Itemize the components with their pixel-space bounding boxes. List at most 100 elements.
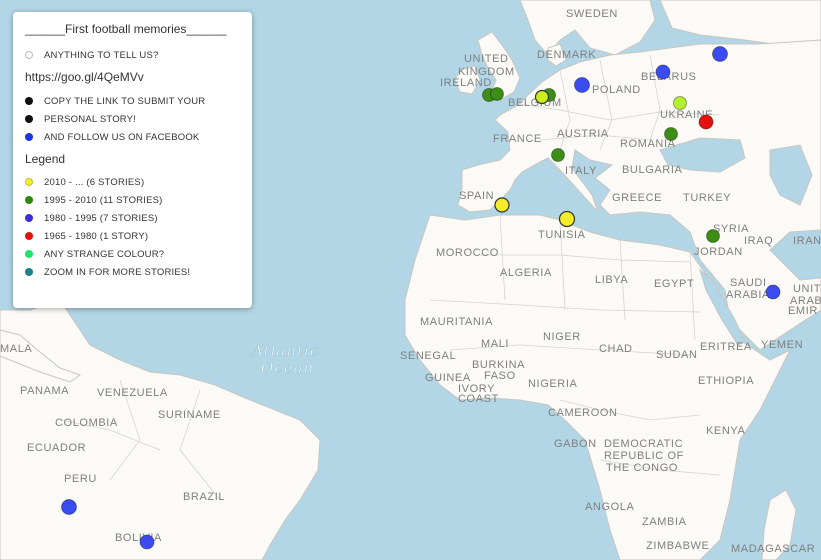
map-label: CHAD bbox=[599, 343, 633, 355]
map-label: DENMARK bbox=[537, 49, 596, 61]
empty-circle-icon bbox=[25, 51, 33, 59]
black-dot-icon bbox=[25, 97, 33, 105]
map-label: SPAIN bbox=[459, 190, 494, 202]
blue-dot-icon bbox=[25, 214, 33, 222]
instruction-row[interactable]: AND FOLLOW US ON FACEBOOK bbox=[25, 128, 240, 146]
map-label: CAMEROON bbox=[548, 407, 618, 419]
legend-title: ______First football memories______ bbox=[25, 22, 227, 36]
map-label: NIGER bbox=[543, 331, 581, 343]
map-label: FRANCE bbox=[493, 133, 542, 145]
map-label: TURKEY bbox=[683, 192, 731, 204]
map-label: IRAN bbox=[793, 235, 821, 247]
story-marker[interactable] bbox=[765, 284, 781, 300]
map-label: ALGERIA bbox=[500, 267, 552, 279]
story-marker[interactable] bbox=[706, 229, 720, 243]
story-marker[interactable] bbox=[574, 77, 590, 93]
map-label: YEMEN bbox=[761, 339, 803, 351]
legend-item-label: 1995 - 2010 (11 STORIES) bbox=[44, 194, 163, 206]
story-marker[interactable] bbox=[664, 127, 678, 141]
map-label: FASO bbox=[484, 370, 516, 382]
map-label: SWEDEN bbox=[566, 8, 618, 20]
map-label: ZIMBABWE bbox=[646, 540, 709, 552]
map-label: MOROCCO bbox=[436, 247, 499, 259]
map-label: BULGARIA bbox=[622, 164, 682, 176]
map-label: PERU bbox=[64, 473, 97, 485]
map-label: TUNISIA bbox=[538, 229, 586, 241]
story-marker[interactable] bbox=[558, 210, 576, 228]
teal-dot-icon bbox=[25, 268, 33, 276]
legend-item-label: 1965 - 1980 (1 STORY) bbox=[44, 230, 149, 242]
legend-item: 1995 - 2010 (11 STORIES) bbox=[25, 191, 240, 209]
map-label: GABON bbox=[554, 438, 597, 450]
story-marker[interactable] bbox=[534, 89, 550, 105]
legend-item: 2010 - ... (6 STORIES) bbox=[25, 173, 240, 191]
legend-heading: Legend bbox=[25, 152, 66, 166]
blue-dot-icon bbox=[25, 133, 33, 141]
map-label: COLOMBIA bbox=[55, 417, 118, 429]
map-label: AUSTRIA bbox=[557, 128, 609, 140]
story-marker[interactable] bbox=[673, 96, 687, 110]
story-marker[interactable] bbox=[490, 87, 504, 101]
map-label: DEMOCRATIC bbox=[604, 438, 683, 450]
map-label: BRAZIL bbox=[183, 491, 225, 503]
map-label: ECUADOR bbox=[27, 442, 86, 454]
legend-panel: ______First football memories______ ANYT… bbox=[13, 12, 252, 308]
yellow-dot-icon bbox=[25, 178, 33, 186]
map-label: POLAND bbox=[592, 84, 641, 96]
legend-item: ZOOM IN FOR MORE STORIES! bbox=[25, 263, 240, 281]
map-label: COAST bbox=[458, 393, 499, 405]
story-marker[interactable] bbox=[139, 534, 155, 550]
map-label: JORDAN bbox=[694, 246, 743, 258]
legend-item-label: 2010 - ... (6 STORIES) bbox=[44, 176, 145, 188]
map-label: MADAGASCAR bbox=[731, 543, 815, 555]
tell-us-label: ANYTHING TO TELL US? bbox=[44, 49, 159, 61]
instruction-label: COPY THE LINK TO SUBMIT YOUR bbox=[44, 95, 206, 107]
story-marker[interactable] bbox=[712, 46, 728, 62]
red-dot-icon bbox=[25, 232, 33, 240]
map-label: IRAQ bbox=[744, 235, 773, 247]
story-marker[interactable] bbox=[494, 197, 510, 213]
map-label: PANAMA bbox=[20, 385, 69, 397]
submit-link[interactable]: https://goo.gl/4QeMVv bbox=[25, 70, 240, 84]
story-marker[interactable] bbox=[698, 114, 714, 130]
story-marker[interactable] bbox=[61, 499, 77, 515]
instruction-row: COPY THE LINK TO SUBMIT YOUR bbox=[25, 92, 240, 110]
ocean-label: Ocean bbox=[261, 359, 314, 377]
map-label: EMIR bbox=[788, 305, 818, 317]
map-label: ITALY bbox=[565, 165, 597, 177]
map-label: ERITREA bbox=[700, 341, 752, 353]
legend-item: 1980 - 1995 (7 STORIES) bbox=[25, 209, 240, 227]
instruction-row: PERSONAL STORY! bbox=[25, 110, 240, 128]
map-label: EGYPT bbox=[654, 278, 694, 290]
map-label: LIBYA bbox=[595, 274, 628, 286]
map-label: ARABIA bbox=[726, 289, 770, 301]
map-label: MAURITANIA bbox=[420, 316, 493, 328]
map-label: NIGERIA bbox=[528, 378, 577, 390]
light-green-dot-icon bbox=[25, 250, 33, 258]
map-label: IRELAND bbox=[440, 77, 492, 89]
green-dot-icon bbox=[25, 196, 33, 204]
map-label: MALA bbox=[0, 343, 32, 355]
story-marker[interactable] bbox=[655, 64, 671, 80]
ocean-label: Atlantic bbox=[250, 342, 319, 360]
instruction-label: AND FOLLOW US ON FACEBOOK bbox=[44, 131, 200, 143]
map-label: VENEZUELA bbox=[97, 387, 168, 399]
map-label: SURINAME bbox=[158, 409, 221, 421]
map-label: BOLIVIA bbox=[115, 532, 162, 544]
tell-us-row[interactable]: ANYTHING TO TELL US? bbox=[25, 46, 240, 64]
map-label: SUDAN bbox=[656, 349, 698, 361]
map-label: KENYA bbox=[706, 425, 746, 437]
map-label: UNIT bbox=[793, 283, 821, 295]
map-label: SAUDI bbox=[730, 277, 767, 289]
legend-item-label: ZOOM IN FOR MORE STORIES! bbox=[44, 266, 191, 278]
story-marker[interactable] bbox=[551, 148, 565, 162]
legend-item: ANY STRANGE COLOUR? bbox=[25, 245, 240, 263]
legend-item-label: ANY STRANGE COLOUR? bbox=[44, 248, 165, 260]
map-label: SENEGAL bbox=[400, 350, 456, 362]
instruction-label: PERSONAL STORY! bbox=[44, 113, 137, 125]
map-label: THE CONGO bbox=[606, 462, 678, 474]
black-dot-icon bbox=[25, 115, 33, 123]
map-label: ETHIOPIA bbox=[698, 375, 754, 387]
legend-item: 1965 - 1980 (1 STORY) bbox=[25, 227, 240, 245]
map-label: ANGOLA bbox=[585, 501, 635, 513]
